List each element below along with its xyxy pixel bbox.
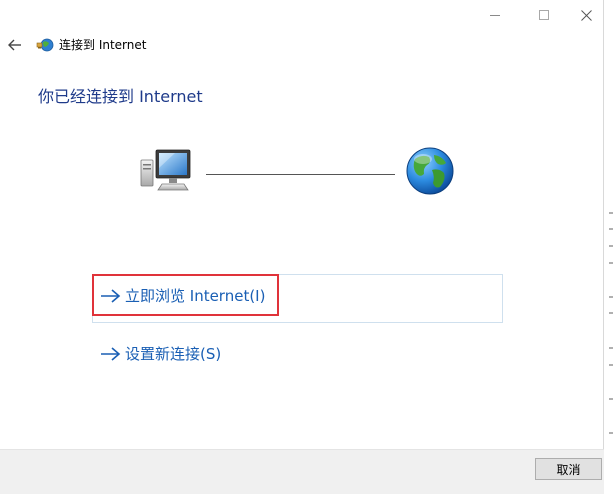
maximize-icon — [539, 10, 549, 20]
edge-mark — [609, 398, 613, 400]
edge-mark — [609, 262, 613, 264]
page-heading: 你已经连接到 Internet — [38, 87, 203, 106]
edge-mark — [609, 228, 613, 230]
dialog-footer — [0, 449, 604, 494]
back-button[interactable] — [6, 36, 24, 54]
minimize-button[interactable] — [478, 0, 512, 30]
network-connection-icon — [36, 38, 54, 52]
cancel-button[interactable]: 取消 — [535, 458, 602, 480]
globe-icon — [406, 147, 454, 195]
connect-to-internet-window: 连接到 Internet 你已经连接到 Internet 立即浏览 Intern… — [0, 0, 604, 494]
computer-icon — [140, 149, 191, 191]
edge-mark — [609, 347, 613, 349]
arrow-left-icon — [8, 39, 21, 51]
connection-line — [206, 174, 395, 175]
setup-new-connection-link[interactable]: 设置新连接(S) — [100, 344, 221, 364]
browse-internet-label: 立即浏览 Internet(I) — [125, 287, 266, 305]
close-button[interactable] — [568, 0, 604, 30]
browse-internet-link[interactable]: 立即浏览 Internet(I) — [100, 286, 265, 306]
edge-mark — [609, 245, 613, 247]
edge-mark — [609, 212, 613, 214]
edge-mark — [609, 312, 613, 314]
maximize-button[interactable] — [527, 0, 561, 30]
arrow-right-icon — [101, 347, 121, 361]
setup-new-connection-label: 设置新连接(S) — [125, 345, 222, 363]
edge-mark — [609, 432, 613, 434]
edge-mark — [609, 296, 613, 298]
window-title: 连接到 Internet — [59, 38, 147, 52]
arrow-right-icon — [101, 289, 121, 303]
background-window-edge — [604, 0, 616, 494]
edge-mark — [609, 364, 613, 366]
minimize-icon — [490, 14, 500, 16]
close-icon — [580, 9, 592, 21]
